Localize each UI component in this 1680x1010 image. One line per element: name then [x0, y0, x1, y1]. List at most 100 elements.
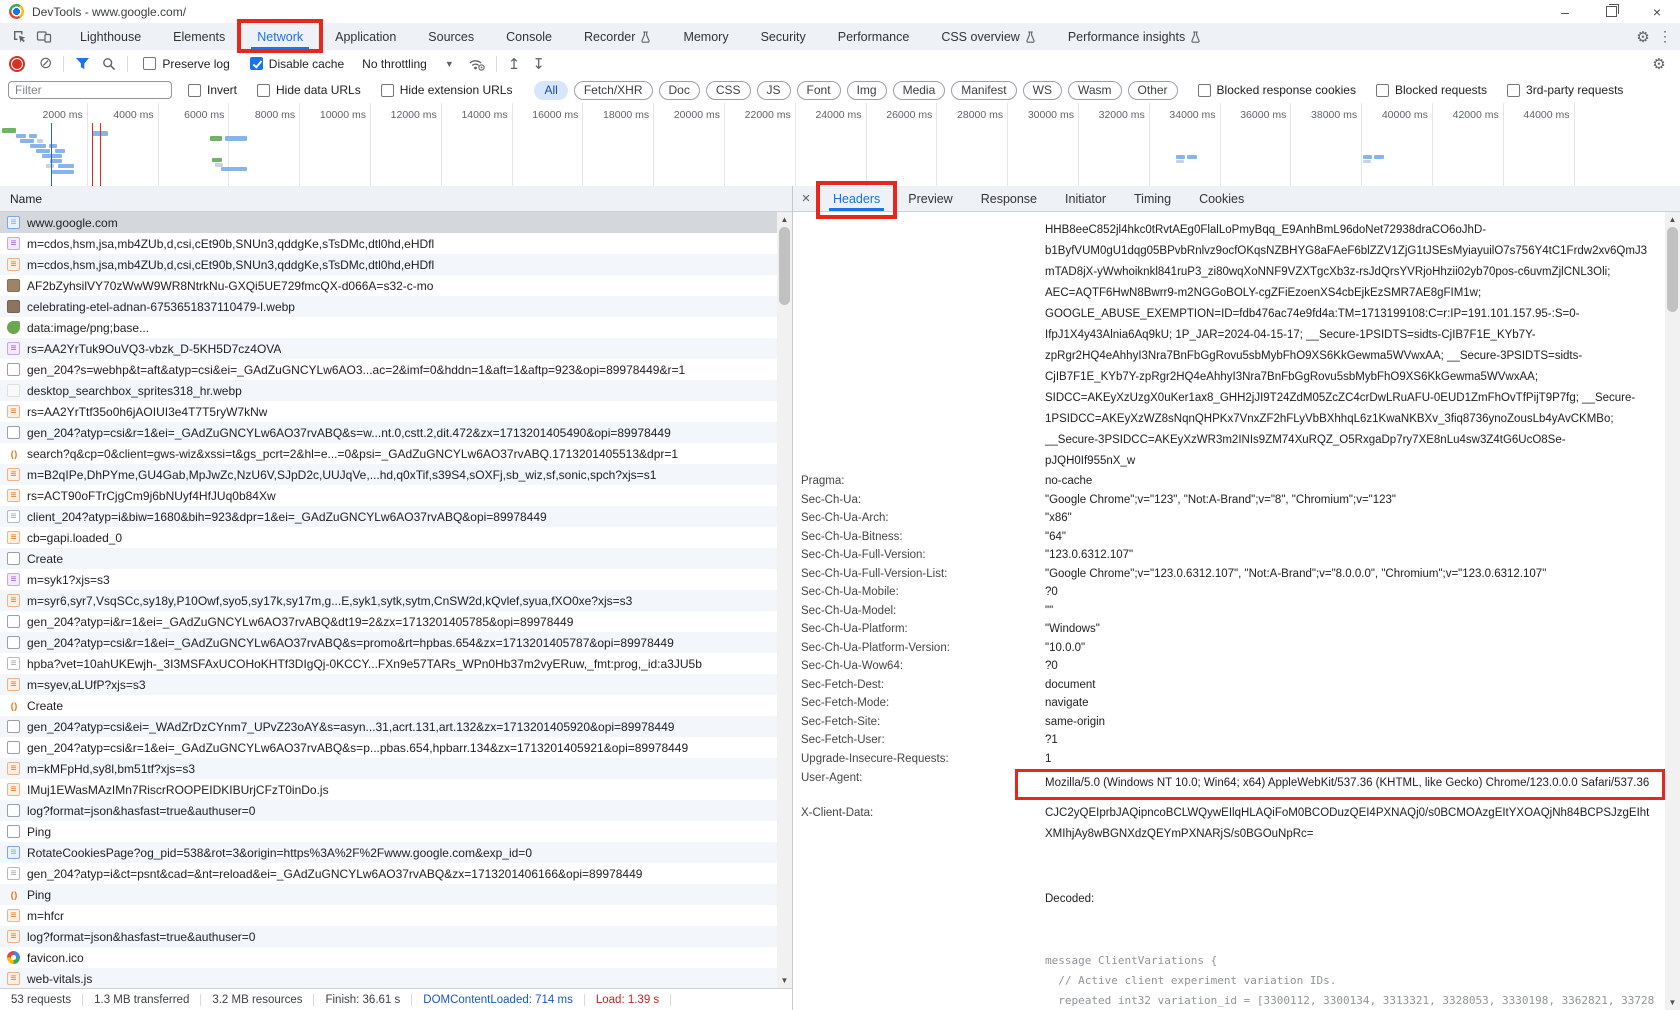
filter-checkbox[interactable]: Blocked requests: [1376, 83, 1487, 97]
checkbox[interactable]: [143, 57, 156, 70]
filter-checkbox[interactable]: 3rd-party requests: [1507, 83, 1623, 97]
inspect-element-icon[interactable]: [8, 26, 32, 48]
preserve-log-checkbox[interactable]: Preserve log: [143, 57, 229, 71]
request-row[interactable]: m=syev,aLUfP?xjs=s3: [0, 674, 777, 695]
scroll-up-icon[interactable]: ▲: [777, 212, 792, 227]
request-row[interactable]: rs=AA2YrTuk9OuVQ3-vbzk_D-5KH5D7cz4OVA: [0, 338, 777, 359]
filter-type-pill[interactable]: Media: [893, 81, 946, 100]
filter-type-pill[interactable]: Doc: [659, 81, 700, 100]
checkbox[interactable]: [1507, 84, 1520, 97]
invert-checkbox[interactable]: Invert: [188, 83, 237, 97]
request-row[interactable]: data:image/png;base...: [0, 317, 777, 338]
hide-extension-urls-checkbox[interactable]: Hide extension URLs: [381, 83, 513, 97]
scroll-down-icon[interactable]: ▼: [777, 973, 792, 988]
checkbox[interactable]: [1198, 84, 1211, 97]
request-row[interactable]: m=syk1?xjs=s3: [0, 569, 777, 590]
request-row[interactable]: log?format=json&hasfast=true&authuser=0: [0, 800, 777, 821]
tab-network[interactable]: Network: [247, 23, 313, 50]
scrollbar-thumb[interactable]: [779, 227, 790, 305]
disable-cache-checkbox[interactable]: Disable cache: [250, 57, 344, 71]
request-list-scrollbar[interactable]: ▲ ▼: [777, 212, 792, 988]
request-row[interactable]: web-vitals.js: [0, 968, 777, 988]
filter-type-pill[interactable]: Wasm: [1068, 81, 1122, 100]
tab-application[interactable]: Application: [325, 23, 406, 50]
network-overview-timeline[interactable]: 2000 ms4000 ms6000 ms8000 ms10000 ms1200…: [0, 103, 1680, 187]
panel-divider[interactable]: [792, 186, 793, 1010]
details-tab-response[interactable]: Response: [977, 186, 1041, 211]
request-row[interactable]: Create: [0, 548, 777, 569]
import-har-icon[interactable]: ↥: [508, 55, 521, 73]
details-tab-cookies[interactable]: Cookies: [1195, 186, 1248, 211]
details-tab-initiator[interactable]: Initiator: [1061, 186, 1110, 211]
close-button[interactable]: ×: [1634, 0, 1680, 23]
details-tab-headers[interactable]: Headers: [829, 186, 884, 211]
request-row[interactable]: IMuj1EWasMAzIMn7RiscrROOPEIDKIBUrjCFzT0i…: [0, 779, 777, 800]
details-scrollbar[interactable]: ▲ ▼: [1665, 212, 1680, 1010]
request-row[interactable]: hpba?vet=10ahUKEwjh-_3I3MSFAxUCOHoKHTf3D…: [0, 653, 777, 674]
tab-security[interactable]: Security: [751, 23, 816, 50]
request-row[interactable]: gen_204?atyp=csi&r=1&ei=_GAdZuGNCYLw6AO3…: [0, 737, 777, 758]
checkbox[interactable]: [1376, 84, 1389, 97]
request-row[interactable]: desktop_searchbox_sprites318_hr.webp: [0, 380, 777, 401]
request-row[interactable]: celebrating-etel-adnan-6753651837110479-…: [0, 296, 777, 317]
checkbox[interactable]: [257, 84, 270, 97]
filter-toggle-icon[interactable]: [75, 57, 90, 70]
request-row[interactable]: m=cdos,hsm,jsa,mb4ZUb,d,csi,cEt90b,SNUn3…: [0, 233, 777, 254]
throttling-select[interactable]: No throttling ▼: [362, 57, 454, 71]
restore-button[interactable]: [1588, 0, 1634, 23]
details-tab-preview[interactable]: Preview: [904, 186, 956, 211]
request-row[interactable]: gen_204?atyp=i&r=1&ei=_GAdZuGNCYLw6AO37r…: [0, 611, 777, 632]
tab-console[interactable]: Console: [496, 23, 562, 50]
hide-data-urls-checkbox[interactable]: Hide data URLs: [257, 83, 361, 97]
tab-css-overview[interactable]: CSS overview: [931, 23, 1046, 50]
request-row[interactable]: cb=gapi.loaded_0: [0, 527, 777, 548]
request-row[interactable]: m=hfcr: [0, 905, 777, 926]
name-column-header[interactable]: Name: [0, 186, 792, 212]
request-row[interactable]: gen_204?atyp=csi&r=1&ei=_GAdZuGNCYLw6AO3…: [0, 422, 777, 443]
request-row[interactable]: m=B2qIPe,DhPYme,GU4Gab,MpJwZc,NzU6V,SJpD…: [0, 464, 777, 485]
request-row[interactable]: search?q&cp=0&client=gws-wiz&xssi=t&gs_p…: [0, 443, 777, 464]
filter-type-pill[interactable]: WS: [1023, 81, 1062, 100]
export-har-icon[interactable]: ↧: [532, 55, 545, 73]
filter-type-pill[interactable]: Font: [797, 81, 841, 100]
settings-gear-icon[interactable]: ⚙: [1632, 28, 1654, 46]
filter-type-pill[interactable]: CSS: [706, 81, 751, 100]
tab-sources[interactable]: Sources: [418, 23, 484, 50]
checkbox-checked[interactable]: [250, 57, 263, 70]
filter-input[interactable]: [8, 81, 172, 99]
device-toolbar-icon[interactable]: [32, 26, 56, 48]
request-row[interactable]: AF2bZyhsilVY70zWwW9WR8NtrkNu-GXQi5UE729f…: [0, 275, 777, 296]
filter-type-pill[interactable]: Fetch/XHR: [574, 81, 653, 100]
request-row[interactable]: favicon.ico: [0, 947, 777, 968]
request-row[interactable]: Ping: [0, 884, 777, 905]
clear-button[interactable]: ⊘: [39, 56, 52, 72]
request-row[interactable]: log?format=json&hasfast=true&authuser=0: [0, 926, 777, 947]
filter-type-pill[interactable]: Other: [1128, 81, 1178, 100]
request-row[interactable]: rs=ACT90oFTrCjgCm9j6bNUyf4HfJUq0b84Xw: [0, 485, 777, 506]
request-row[interactable]: rs=AA2YrTtf35o0h6jAOIUI3e4T7T5ryW7kNw: [0, 401, 777, 422]
checkbox[interactable]: [381, 84, 394, 97]
tab-recorder[interactable]: Recorder: [574, 23, 661, 50]
request-row[interactable]: m=kMFpHd,sy8l,bm51tf?xjs=s3: [0, 758, 777, 779]
filter-checkbox[interactable]: Blocked response cookies: [1198, 83, 1356, 97]
search-icon[interactable]: [102, 57, 116, 71]
tab-memory[interactable]: Memory: [673, 23, 738, 50]
filter-type-pill[interactable]: Img: [847, 81, 887, 100]
request-row[interactable]: gen_204?atyp=csi&r=1&ei=_GAdZuGNCYLw6AO3…: [0, 632, 777, 653]
request-row[interactable]: gen_204?atyp=i&ct=psnt&cad=&nt=reload&ei…: [0, 863, 777, 884]
request-row[interactable]: client_204?atyp=i&biw=1680&bih=923&dpr=1…: [0, 506, 777, 527]
scrollbar-thumb[interactable]: [1667, 227, 1678, 312]
record-button[interactable]: [9, 56, 25, 72]
scroll-down-icon[interactable]: ▼: [1665, 995, 1680, 1010]
scroll-up-icon[interactable]: ▲: [1665, 212, 1680, 227]
details-tab-timing[interactable]: Timing: [1130, 186, 1175, 211]
tab-performance[interactable]: Performance: [828, 23, 920, 50]
more-options-icon[interactable]: ⋮: [1658, 28, 1672, 45]
request-row[interactable]: www.google.com: [0, 212, 777, 233]
request-row[interactable]: gen_204?atyp=csi&ei=_WAdZrDzCYnm7_UPvZ23…: [0, 716, 777, 737]
request-row[interactable]: m=cdos,hsm,jsa,mb4ZUb,d,csi,cEt90b,SNUn3…: [0, 254, 777, 275]
request-row[interactable]: Ping: [0, 821, 777, 842]
filter-type-pill[interactable]: Manifest: [951, 81, 1016, 100]
checkbox[interactable]: [188, 84, 201, 97]
request-row[interactable]: RotateCookiesPage?og_pid=538&rot=3&origi…: [0, 842, 777, 863]
